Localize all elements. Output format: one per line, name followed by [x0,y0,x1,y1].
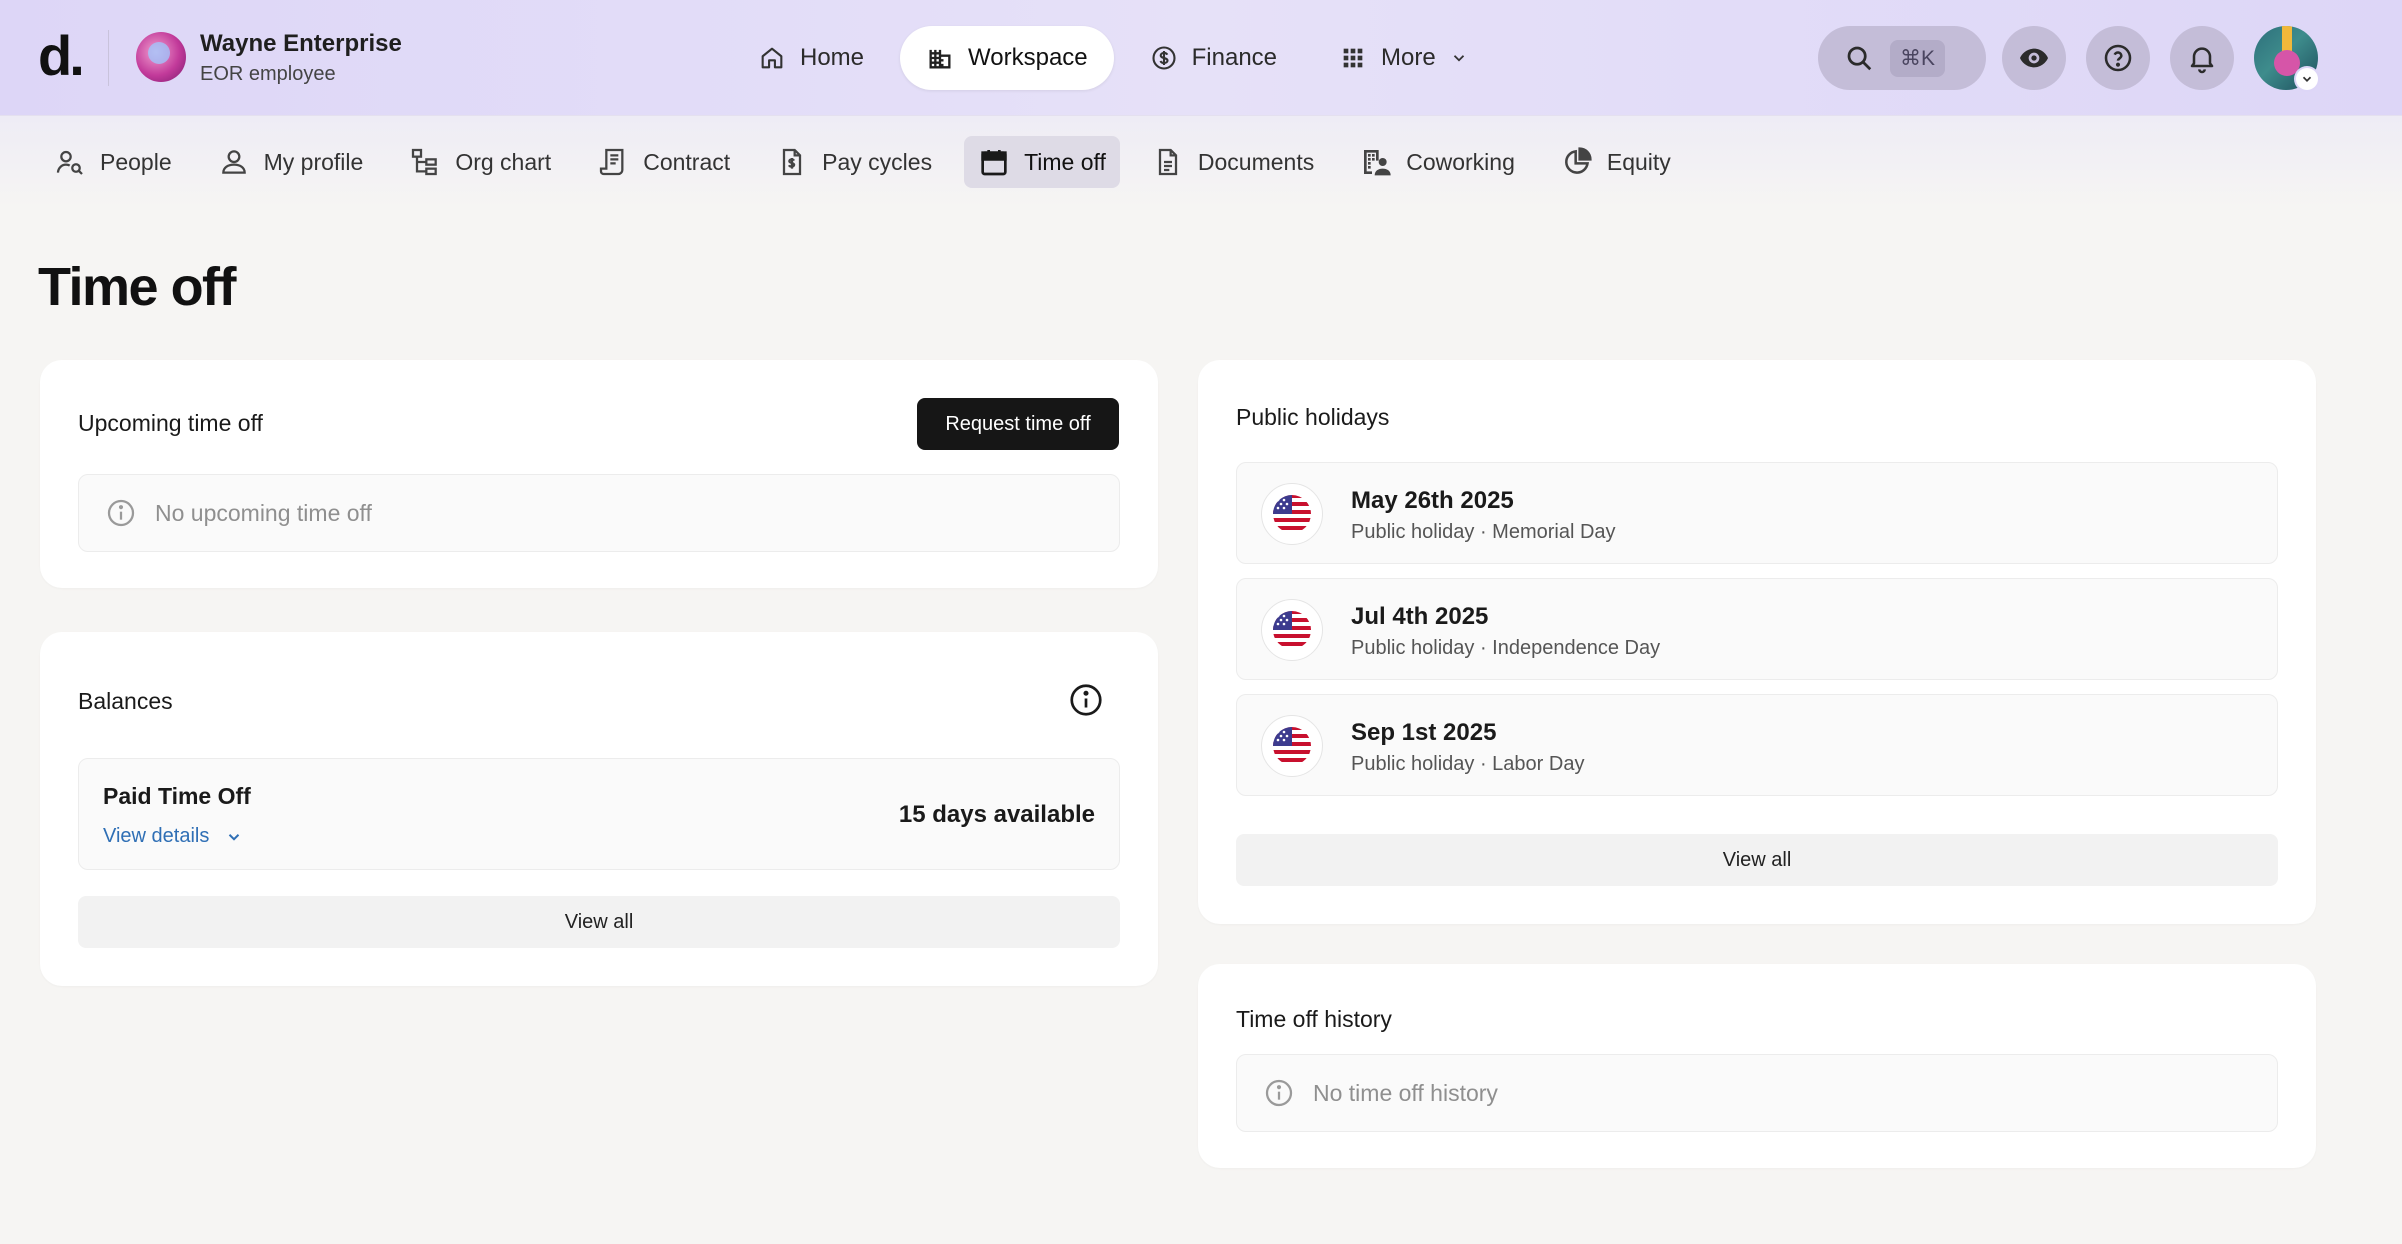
holidays-view-all-button[interactable]: View all [1236,834,2278,886]
building-icon [929,49,951,69]
search-shortcut: ⌘K [1890,39,1946,77]
holiday-date: Sep 1st 2025 [1351,719,1497,746]
pto-name: Paid Time Off [103,783,251,809]
holiday-detail: Public holiday · Independence Day [1351,637,1661,659]
balances-view-all-button[interactable]: View all [78,896,1120,948]
holiday-item: Jul 4th 2025 Public holiday · Independen… [1236,578,2278,680]
subnav-coworking[interactable]: Coworking [1346,136,1529,188]
subnav-contract-label: Contract [643,148,731,175]
home-icon [761,47,783,69]
nav-more-label: More [1381,44,1436,71]
info-icon [1265,1079,1293,1107]
document-icon [1158,148,1178,176]
holiday-item: Sep 1st 2025 Public holiday · Labor Day [1236,694,2278,796]
info-icon[interactable] [1068,682,1104,718]
view-details-label: View details [103,825,210,847]
subnav-my-profile-label: My profile [263,148,364,175]
upcoming-empty-text: No upcoming time off [155,499,372,526]
page-title: Time off [38,257,237,317]
pto-available: 15 days available [898,801,1095,828]
org-chart-icon [412,148,438,176]
subnav-time-off-label: Time off [1024,148,1106,175]
top-bar: d. Wayne Enterprise EOR employee Home Wo… [0,0,2402,116]
subnav-equity-label: Equity [1606,148,1671,175]
chevron-down-icon [2302,76,2312,82]
pto-balance-item: Paid Time Off View details 15 days avail… [78,758,1120,870]
holiday-detail: Public holiday · Labor Day [1351,753,1585,775]
user-icon [221,150,246,174]
pay-document-icon [783,148,802,176]
nav-home-label: Home [800,44,865,71]
upcoming-title: Upcoming time off [78,410,263,436]
nav-workspace[interactable]: Workspace [900,26,1114,90]
nav-finance[interactable]: Finance [1124,26,1303,90]
chevron-down-icon [229,833,240,841]
help-button[interactable] [2086,26,2150,90]
people-search-icon [56,150,83,175]
subnav-documents-label: Documents [1197,148,1315,175]
nav-workspace-label: Workspace [968,44,1088,71]
search-icon [1847,46,1872,71]
pie-chart-icon [1564,147,1592,174]
subnav-pay-cycles[interactable]: Pay cycles [762,136,946,188]
contract-icon [600,148,624,176]
subnav-coworking-label: Coworking [1406,148,1515,175]
nav-home[interactable]: Home [732,26,890,90]
calendar-icon [981,150,1007,176]
upcoming-time-off-card: Upcoming time off Request time off No up… [40,360,1158,588]
time-off-history-card: Time off history No time off history [1198,964,2316,1168]
subnav-pay-cycles-label: Pay cycles [822,148,933,175]
history-empty-text: No time off history [1313,1079,1498,1106]
info-icon [107,499,135,527]
dollar-circle-icon [1152,46,1176,70]
account-menu-toggle[interactable] [2296,68,2318,90]
grid-icon [1343,48,1363,68]
subnav-org-chart-label: Org chart [455,148,552,175]
bell-icon [2190,47,2214,74]
nav-more[interactable]: More [1313,26,1494,90]
balances-card: Balances Paid Time Off View details 15 d… [40,632,1158,986]
org-role: EOR employee [200,63,336,85]
subnav-equity[interactable]: Equity [1547,136,1685,188]
holiday-date: May 26th 2025 [1351,487,1514,514]
holiday-detail: Public holiday · Memorial Day [1351,521,1616,543]
coworking-icon [1364,150,1391,176]
main-nav: Home Workspace Finance More [732,26,1494,90]
subnav-people[interactable]: People [40,136,186,188]
workspace-subnav: People My profile Org chart Contract Pay… [0,116,2402,208]
notifications-button[interactable] [2170,26,2234,90]
eye-icon [2020,48,2048,68]
nav-finance-label: Finance [1191,44,1278,71]
upcoming-empty-state: No upcoming time off [78,474,1120,552]
us-flag-icon [1261,715,1323,777]
subnav-my-profile[interactable]: My profile [204,136,378,188]
view-details-link[interactable]: View details [103,825,243,848]
subnav-org-chart[interactable]: Org chart [395,136,565,188]
subnav-time-off[interactable]: Time off [964,136,1120,188]
request-time-off-button[interactable]: Request time off [917,398,1119,450]
holiday-item: May 26th 2025 Public holiday · Memorial … [1236,462,2278,564]
org-name[interactable]: Wayne Enterprise [200,30,402,58]
org-avatar[interactable] [136,32,186,82]
balances-title: Balances [78,688,173,714]
deel-logo[interactable]: d. [38,26,85,86]
subnav-contract[interactable]: Contract [583,136,744,188]
us-flag-icon [1261,483,1323,545]
chevron-down-icon [1453,55,1464,62]
us-flag-icon [1261,599,1323,661]
subnav-documents[interactable]: Documents [1138,136,1328,188]
visibility-button[interactable] [2002,26,2066,90]
history-title: Time off history [1236,1006,1392,1032]
help-icon [2104,44,2132,72]
holiday-date: Jul 4th 2025 [1351,603,1489,630]
divider [108,30,109,86]
search-button[interactable]: ⌘K [1818,26,1986,90]
history-empty-state: No time off history [1236,1054,2278,1132]
subnav-people-label: People [100,148,172,175]
public-holidays-card: Public holidays May 26th 2025 Public hol… [1198,360,2316,924]
holidays-title: Public holidays [1236,404,1390,430]
